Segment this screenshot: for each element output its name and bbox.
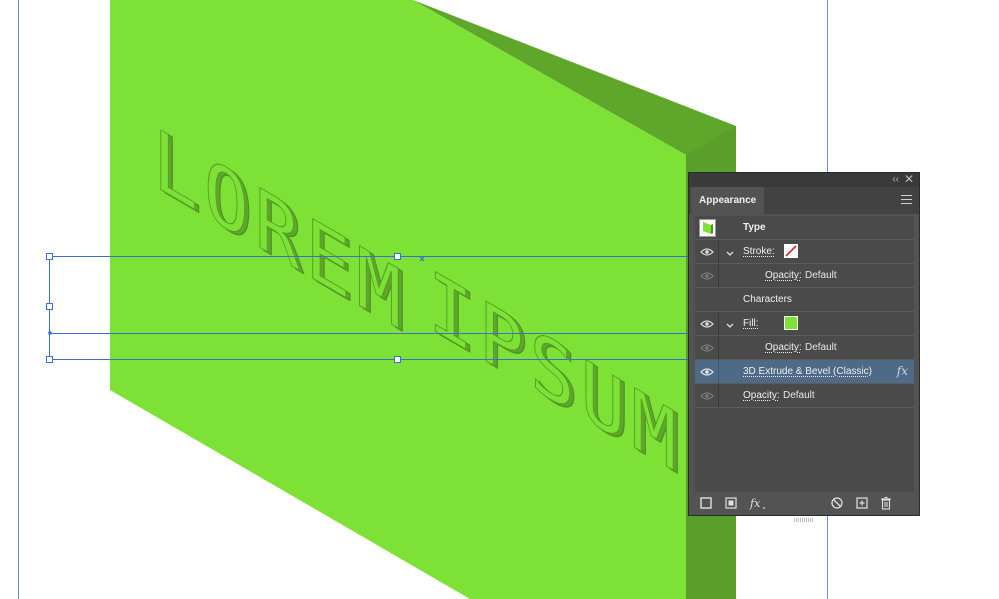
fill-opacity-value: Default xyxy=(805,342,837,353)
stroke-opacity-label[interactable]: Opacity: xyxy=(765,269,802,282)
add-fill-icon[interactable] xyxy=(724,496,738,510)
add-stroke-icon[interactable] xyxy=(699,496,713,510)
handle-middle-left[interactable] xyxy=(46,303,53,310)
svg-text:fx: fx xyxy=(749,497,761,510)
characters-label[interactable]: Characters xyxy=(743,293,792,306)
stroke-swatch[interactable] xyxy=(784,244,798,258)
appearance-row-3d-effect[interactable]: 3D Extrude & Bevel (Classic) fx xyxy=(695,360,914,384)
panel-title-bar[interactable]: ‹‹ ✕ xyxy=(689,173,919,187)
opacity-value: Default xyxy=(783,390,815,401)
visibility-eye-icon[interactable] xyxy=(700,272,714,280)
stroke-label[interactable]: Stroke: xyxy=(743,245,775,258)
delete-item-icon[interactable] xyxy=(879,496,893,510)
baseline-anchor xyxy=(48,331,52,335)
handle-bottom-center[interactable] xyxy=(394,356,401,363)
fx-icon[interactable]: fx xyxy=(897,364,908,378)
clear-appearance-icon[interactable] xyxy=(830,496,844,510)
chevron-down-icon[interactable] xyxy=(725,246,735,256)
type-label: Type xyxy=(743,222,766,233)
panel-menu-icon[interactable] xyxy=(901,195,912,205)
opacity-label[interactable]: Opacity: xyxy=(743,389,780,402)
appearance-row-characters[interactable]: Characters xyxy=(695,288,914,312)
duplicate-item-icon[interactable] xyxy=(855,496,869,510)
appearance-row-opacity[interactable]: Opacity: Default xyxy=(695,384,914,408)
appearance-row-fill-opacity[interactable]: Opacity: Default xyxy=(695,336,914,360)
panel-footer-toolbar: fx xyxy=(689,491,919,522)
handle-top-left[interactable] xyxy=(46,253,53,260)
visibility-eye-icon[interactable] xyxy=(700,248,714,256)
panel-tab-bar: Appearance xyxy=(689,187,919,214)
appearance-row-type[interactable]: Type xyxy=(695,216,914,240)
appearance-row-stroke[interactable]: Stroke: xyxy=(695,240,914,264)
appearance-row-stroke-opacity[interactable]: Opacity: Default xyxy=(695,264,914,288)
appearance-panel[interactable]: ‹‹ ✕ Appearance Type Stroke: Opacity: De… xyxy=(688,172,920,522)
panel-resize-grip[interactable] xyxy=(794,509,814,522)
stroke-opacity-value: Default xyxy=(805,270,837,281)
visibility-eye-icon[interactable] xyxy=(700,368,714,376)
type-thumbnail-icon xyxy=(699,219,716,237)
tab-appearance[interactable]: Appearance xyxy=(691,187,765,214)
visibility-eye-icon[interactable] xyxy=(700,344,714,352)
appearance-row-fill[interactable]: Fill: xyxy=(695,312,914,336)
appearance-list: Type Stroke: Opacity: Default Characters… xyxy=(695,216,914,492)
fill-label[interactable]: Fill: xyxy=(743,317,759,330)
close-panel-icon[interactable]: ✕ xyxy=(904,173,914,186)
handle-bottom-left[interactable] xyxy=(46,356,53,363)
fill-opacity-label[interactable]: Opacity: xyxy=(765,341,802,354)
handle-top-center[interactable] xyxy=(394,253,401,260)
collapse-panel-icon[interactable]: ‹‹ xyxy=(892,174,899,186)
visibility-eye-icon[interactable] xyxy=(700,320,714,328)
fill-swatch[interactable] xyxy=(784,316,798,330)
3d-extrude-bevel-label[interactable]: 3D Extrude & Bevel (Classic) xyxy=(743,365,872,378)
visibility-eye-icon[interactable] xyxy=(700,392,714,400)
add-effect-icon[interactable]: fx xyxy=(749,496,767,510)
chevron-down-icon[interactable] xyxy=(725,318,735,328)
